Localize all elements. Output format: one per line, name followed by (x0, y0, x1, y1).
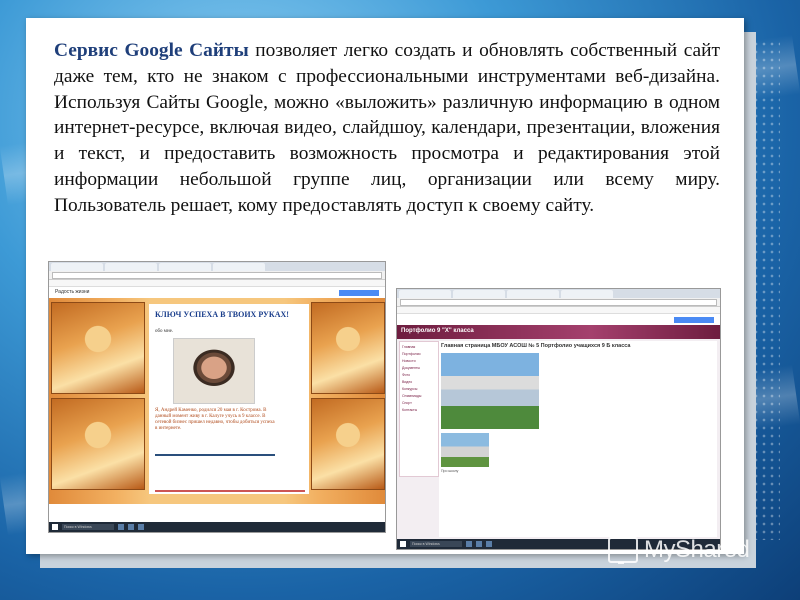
nav-item[interactable]: Документы (402, 366, 436, 370)
browser-tab[interactable] (51, 263, 103, 271)
app-icon[interactable] (128, 524, 134, 530)
content-column: КЛЮЧ УСПЕХА В ТВОИХ РУКАХ! обо мне. Я, А… (149, 304, 309, 494)
bio-text: Я, Андрей Каменко, родился 20 мая в г. К… (155, 408, 275, 431)
taskbar: Поиск в Windows (49, 522, 385, 532)
browser-tab[interactable] (213, 263, 265, 271)
nav-item[interactable]: Контакты (402, 408, 436, 412)
school-photo (441, 353, 539, 429)
edit-button[interactable] (339, 290, 379, 296)
nav-item[interactable]: Спорт (402, 401, 436, 405)
browser-tab[interactable] (507, 290, 559, 298)
browser-toolbar (49, 271, 385, 280)
nav-item[interactable]: Новости (402, 359, 436, 363)
address-bar[interactable] (400, 298, 717, 306)
watermark: MyShared (608, 536, 750, 564)
nav-item[interactable]: Фото (402, 373, 436, 377)
nav-item[interactable]: Портфолио (402, 352, 436, 356)
app-icon[interactable] (466, 541, 472, 547)
banner-title: Портфолио 9 "Х" класса (401, 328, 474, 334)
browser-tab[interactable] (453, 290, 505, 298)
bookmarks-bar (397, 307, 720, 314)
screenshot-google-site-2: Портфолио 9 "Х" класса Главная Портфолио… (396, 288, 721, 550)
manga-illustration (51, 302, 145, 394)
divider (155, 454, 275, 456)
monitor-icon (608, 537, 638, 564)
nav-item[interactable]: Видео (402, 380, 436, 384)
taskbar-search[interactable]: Поиск в Windows (62, 524, 114, 530)
browser-tab[interactable] (561, 290, 613, 298)
nav-item[interactable]: Конкурсы (402, 387, 436, 391)
edit-button[interactable] (674, 317, 714, 323)
page-title: КЛЮЧ УСПЕХА В ТВОИХ РУКАХ! (155, 310, 289, 319)
site-body: Портфолио 9 "Х" класса Главная Портфолио… (397, 325, 720, 539)
browser-tabs (49, 262, 385, 271)
manga-illustration (311, 302, 385, 394)
browser-tab[interactable] (105, 263, 157, 271)
nav-item[interactable]: Олимпиады (402, 394, 436, 398)
browser-tabs (397, 289, 720, 298)
slide-paragraph: позволяет легко создать и обновлять собс… (54, 40, 720, 216)
site-title: Радость жизни (55, 289, 90, 295)
slide: Сервис Google Сайты позволяет легко созд… (26, 18, 744, 554)
windows-start-icon[interactable] (52, 524, 58, 530)
site-body: КЛЮЧ УСПЕХА В ТВОИХ РУКАХ! обо мне. Я, А… (49, 298, 385, 504)
slide-highlight: Сервис Google Сайты (54, 40, 249, 61)
about-label: обо мне. (155, 329, 174, 334)
app-icon[interactable] (476, 541, 482, 547)
address-bar[interactable] (52, 271, 382, 279)
browser-tab[interactable] (159, 263, 211, 271)
photo-caption: Про школу (441, 469, 459, 473)
windows-start-icon[interactable] (400, 541, 406, 547)
divider (155, 490, 305, 492)
screenshot-google-site-1: Радость жизни КЛЮЧ УСПЕХА В ТВОИХ РУКАХ!… (48, 261, 386, 533)
site-banner: Портфолио 9 "Х" класса (397, 325, 720, 339)
manga-illustration (51, 398, 145, 490)
browser-tab[interactable] (399, 290, 451, 298)
page-heading: Главная страница МБОУ АСОШ № 5 Портфолио… (441, 343, 631, 349)
watermark-text: MyShared (644, 536, 750, 563)
browser-toolbar (397, 298, 720, 307)
bookmarks-bar (49, 280, 385, 287)
app-icon[interactable] (138, 524, 144, 530)
school-thumbnail (441, 433, 489, 467)
slide-text: Сервис Google Сайты позволяет легко созд… (54, 38, 720, 219)
app-icon[interactable] (486, 541, 492, 547)
taskbar-search[interactable]: Поиск в Windows (410, 541, 462, 547)
main-content: Главная страница МБОУ АСОШ № 5 Портфолио… (439, 341, 717, 537)
manga-illustration (311, 398, 385, 490)
nav-item[interactable]: Главная (402, 345, 436, 349)
portrait-photo (173, 338, 255, 404)
side-navigation: Главная Портфолио Новости Документы Фото… (399, 341, 439, 477)
app-icon[interactable] (118, 524, 124, 530)
